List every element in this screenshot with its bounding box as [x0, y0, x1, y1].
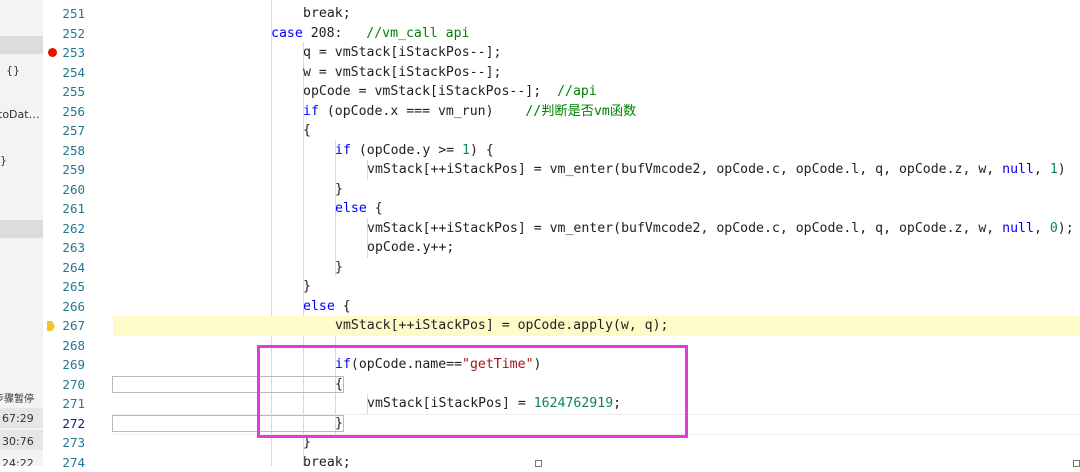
annotation-highlight-box: [257, 345, 688, 438]
line-number: 258: [45, 141, 85, 161]
code-line-266[interactable]: else {: [113, 297, 1080, 317]
code-line-254[interactable]: w = vmStack[iStackPos--];: [113, 63, 1080, 83]
line-number: 252: [45, 24, 85, 44]
code-line-255[interactable]: opCode = vmStack[iStackPos--]; //api: [113, 82, 1080, 102]
left-time-1[interactable]: 67:29: [2, 412, 34, 425]
line-number: 273: [45, 433, 85, 453]
left-time-2[interactable]: 30:76: [2, 435, 34, 448]
line-number: 253: [45, 43, 85, 63]
line-number: 256: [45, 102, 85, 122]
code-line-261[interactable]: else {: [113, 199, 1080, 219]
code-line-260[interactable]: }: [113, 180, 1080, 200]
code-line-253[interactable]: q = vmStack[iStackPos--];: [113, 43, 1080, 63]
line-number: 260: [45, 180, 85, 200]
line-number: 274: [45, 453, 85, 472]
code-line-274[interactable]: break;: [113, 453, 1080, 472]
code-line-263[interactable]: opCode.y++;: [113, 238, 1080, 258]
line-number: 265: [45, 277, 85, 297]
line-number: 270: [45, 375, 85, 395]
line-number: 264: [45, 258, 85, 278]
line-number: 271: [45, 394, 85, 414]
code-line-256[interactable]: if (opCode.x === vm_run) //判断是否vm函数: [113, 102, 1080, 122]
left-braces-1[interactable]: {}: [6, 64, 20, 77]
code-line-264[interactable]: }: [113, 258, 1080, 278]
line-number: 267: [45, 316, 85, 336]
left-selected-row-2[interactable]: [0, 220, 43, 238]
line-number: 255: [45, 82, 85, 102]
line-number: 254: [45, 63, 85, 83]
left-brace-close: }: [0, 154, 7, 167]
left-selected-row[interactable]: [0, 36, 43, 54]
line-number: 268: [45, 336, 85, 356]
line-number: 266: [45, 297, 85, 317]
code-line-258[interactable]: if (opCode.y >= 1) {: [113, 141, 1080, 161]
code-line-262[interactable]: vmStack[++iStackPos] = vm_enter(bufVmcod…: [113, 219, 1080, 239]
left-protodata[interactable]: toDat…: [0, 108, 40, 121]
code-line-252[interactable]: case 208: //vm_call api: [113, 24, 1080, 44]
line-number: 257: [45, 121, 85, 141]
line-number: 262: [45, 219, 85, 239]
line-number: 261: [45, 199, 85, 219]
line-number: 263: [45, 238, 85, 258]
left-sidebar-panel: {} toDat… } 步骤暂停 67:29 30:76 24:22: [0, 0, 43, 466]
code-line-251[interactable]: break;: [113, 4, 1080, 24]
code-line-259[interactable]: vmStack[++iStackPos] = vm_enter(bufVmcod…: [113, 160, 1080, 180]
line-number-gutter[interactable]: 251 252 253 254 255 256 257 258 259 260 …: [43, 0, 113, 466]
line-number-current: 272: [45, 414, 85, 434]
code-line-265[interactable]: }: [113, 277, 1080, 297]
left-stepping-label: 步骤暂停: [0, 390, 34, 405]
left-time-3[interactable]: 24:22: [2, 457, 34, 466]
line-number: 259: [45, 160, 85, 180]
line-number: 269: [45, 355, 85, 375]
line-number: 251: [45, 4, 85, 24]
code-line-267-paused[interactable]: vmStack[++iStackPos] = opCode.apply(w, q…: [113, 316, 1080, 336]
code-line-257[interactable]: {: [113, 121, 1080, 141]
